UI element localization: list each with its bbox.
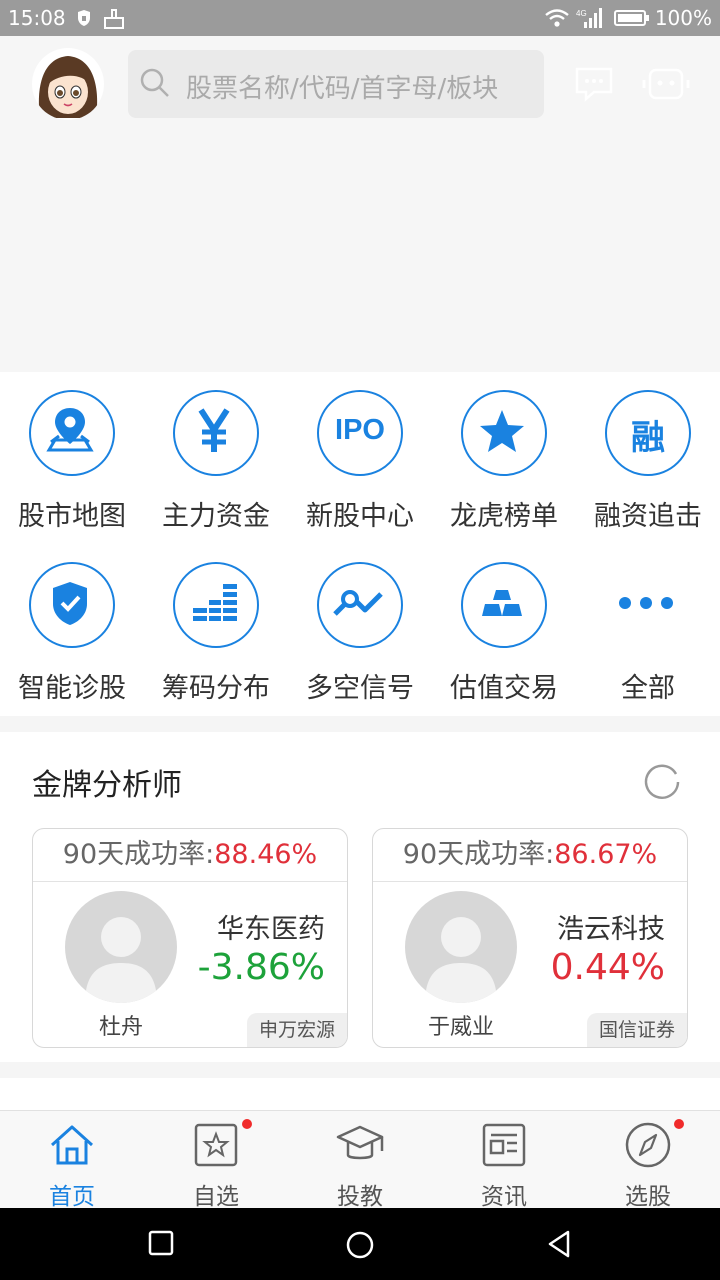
next-section-edge — [0, 1078, 720, 1110]
gold-bars-icon — [461, 562, 547, 648]
star-icon — [461, 390, 547, 476]
stock-change: 0.44% — [550, 947, 665, 988]
bottom-tab-bar: 首页 自选 投教 资讯 选股 — [0, 1110, 720, 1210]
margin-icon: 融 — [605, 390, 691, 476]
menu-label: 新股中心 — [306, 501, 414, 532]
chip-bars-icon — [173, 562, 259, 648]
battery-icon — [614, 8, 650, 33]
tab-label: 投教 — [337, 1184, 383, 1210]
back-button[interactable] — [546, 1230, 572, 1262]
menu-ipo-center[interactable]: IPO 新股中心 — [288, 372, 432, 544]
section-title: 金牌分析师 — [32, 768, 182, 803]
menu-label: 龙虎榜单 — [450, 501, 558, 532]
gold-analyst-section: 金牌分析师 90天成功率:88.46% 杜舟 华东医药 -3.86% 申万宏源 … — [0, 732, 720, 1062]
broker-firm: 申万宏源 — [246, 1013, 347, 1047]
menu-stock-map[interactable]: 股市地图 — [0, 372, 144, 544]
yen-icon — [173, 390, 259, 476]
margin-glyph: 融 — [631, 418, 665, 458]
message-icon[interactable] — [574, 66, 614, 106]
analyst-card[interactable]: 90天成功率:88.46% 杜舟 华东医药 -3.86% 申万宏源 — [32, 828, 348, 1048]
refresh-icon[interactable] — [642, 760, 682, 804]
compass-icon — [624, 1121, 672, 1173]
signal-line-icon — [317, 562, 403, 648]
watchlist-badge — [242, 1119, 252, 1129]
menu-label: 估值交易 — [450, 673, 558, 704]
tab-label: 资讯 — [481, 1184, 527, 1210]
tab-label: 首页 — [49, 1184, 95, 1210]
star-box-icon — [192, 1121, 240, 1173]
search-box[interactable]: 股票名称/代码/首字母/板块 — [128, 50, 544, 118]
analyst-name: 于威业 — [427, 1015, 494, 1040]
analyst-avatar — [405, 891, 517, 1003]
service-robot-icon[interactable] — [642, 66, 690, 106]
home-icon — [48, 1121, 96, 1173]
menu-valuation-trade[interactable]: 估值交易 — [432, 544, 576, 716]
menu-label: 智能诊股 — [18, 673, 126, 704]
wifi-icon — [544, 8, 570, 33]
menu-long-short-signal[interactable]: 多空信号 — [288, 544, 432, 716]
battery-percent: 100% — [654, 6, 712, 30]
broom-status-icon — [102, 8, 126, 35]
menu-label: 主力资金 — [162, 501, 270, 532]
picker-badge — [674, 1119, 684, 1129]
menu-smart-diagnosis[interactable]: 智能诊股 — [0, 544, 144, 716]
status-bar: 15:08 4G 100% — [0, 0, 720, 36]
analyst-card[interactable]: 90天成功率:86.67% 于威业 浩云科技 0.44% 国信证券 — [372, 828, 688, 1048]
more-icon — [605, 562, 687, 644]
system-nav-bar — [0, 1208, 720, 1280]
stock-name: 华东医药 — [217, 914, 325, 945]
stock-name: 浩云科技 — [557, 914, 665, 945]
tab-education[interactable]: 投教 — [288, 1111, 432, 1210]
signal-icon: 4G — [576, 8, 606, 33]
menu-label: 股市地图 — [18, 501, 126, 532]
success-rate: 90天成功率:86.67% — [373, 829, 687, 882]
rate-label: 90天成功率: — [62, 839, 215, 870]
rate-value: 88.46% — [214, 839, 318, 870]
tab-watchlist[interactable]: 自选 — [144, 1111, 288, 1210]
quick-menu: 股市地图 主力资金 IPO 新股中心 龙虎榜单 融 融资追击 智能诊股 筹码分布… — [0, 372, 720, 716]
stock-change: -3.86% — [197, 947, 325, 988]
ipo-icon: IPO — [317, 390, 403, 476]
broker-firm: 国信证券 — [586, 1013, 687, 1047]
shield-check-icon — [29, 562, 115, 648]
user-avatar[interactable] — [32, 48, 104, 120]
analyst-avatar — [65, 891, 177, 1003]
graduation-cap-icon — [336, 1121, 384, 1173]
ipo-glyph: IPO — [335, 414, 385, 446]
menu-dragon-tiger[interactable]: 龙虎榜单 — [432, 372, 576, 544]
analyst-name: 杜舟 — [98, 1015, 143, 1040]
tab-stock-picker[interactable]: 选股 — [576, 1111, 720, 1210]
recents-button[interactable] — [148, 1230, 174, 1260]
status-time: 15:08 — [8, 6, 66, 30]
tab-label: 选股 — [625, 1184, 671, 1210]
menu-label: 多空信号 — [306, 673, 414, 704]
shield-status-icon — [76, 8, 92, 32]
menu-chip-distribution[interactable]: 筹码分布 — [144, 544, 288, 716]
search-icon — [140, 68, 170, 102]
menu-label: 全部 — [621, 673, 675, 704]
map-pin-icon — [29, 390, 115, 476]
rate-value: 86.67% — [554, 839, 658, 870]
tab-home[interactable]: 首页 — [0, 1111, 144, 1210]
menu-all[interactable]: 全部 — [576, 544, 720, 716]
menu-label: 筹码分布 — [162, 673, 270, 704]
success-rate: 90天成功率:88.46% — [33, 829, 347, 882]
menu-label: 融资追击 — [594, 501, 702, 532]
rate-label: 90天成功率: — [402, 839, 555, 870]
menu-main-fund[interactable]: 主力资金 — [144, 372, 288, 544]
network-type: 4G — [576, 9, 587, 18]
news-icon — [480, 1121, 528, 1173]
header: 股票名称/代码/首字母/板块 — [0, 36, 720, 372]
tab-news[interactable]: 资讯 — [432, 1111, 576, 1210]
home-button[interactable] — [345, 1230, 375, 1264]
search-placeholder: 股票名称/代码/首字母/板块 — [186, 74, 499, 104]
tab-label: 自选 — [193, 1184, 239, 1210]
menu-margin-chase[interactable]: 融 融资追击 — [576, 372, 720, 544]
